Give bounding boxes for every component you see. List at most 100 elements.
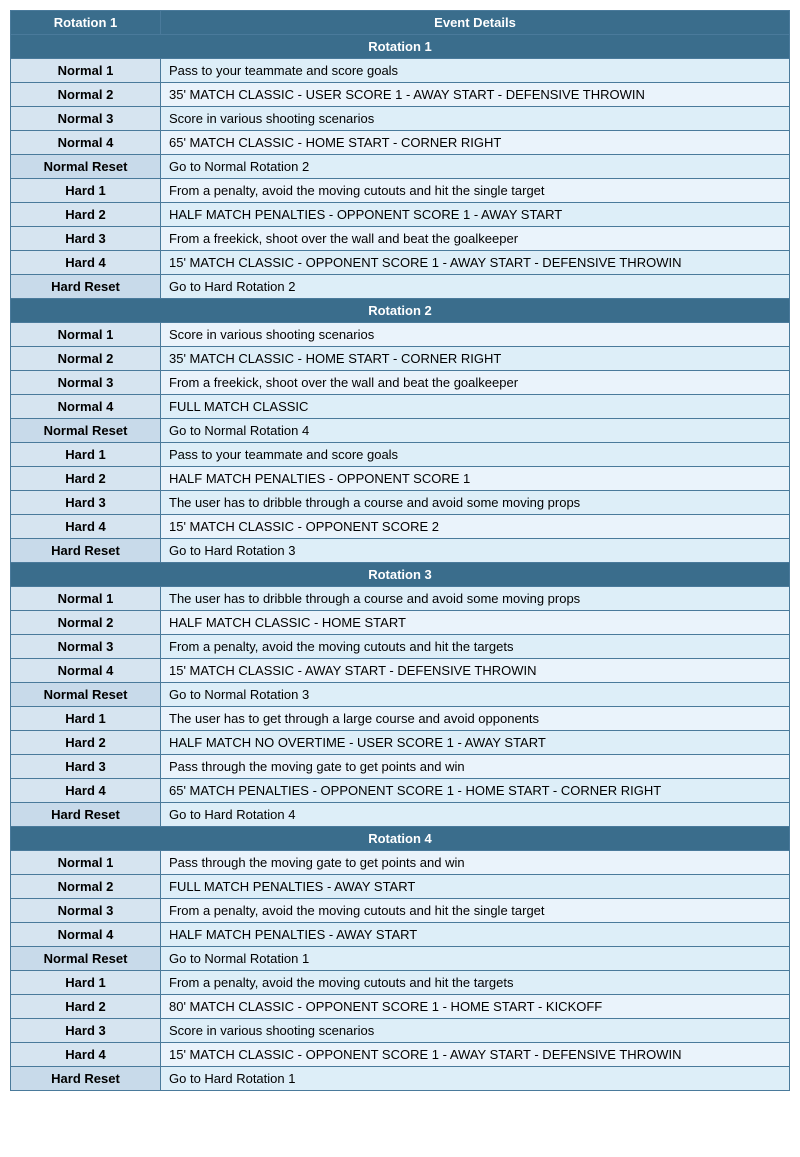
row-label: Normal Reset — [11, 683, 161, 707]
rotation-title-4: Rotation 4 — [11, 827, 790, 851]
table-row: Hard ResetGo to Hard Rotation 3 — [11, 539, 790, 563]
row-label: Normal 3 — [11, 635, 161, 659]
row-label: Hard 3 — [11, 491, 161, 515]
row-detail: HALF MATCH PENALTIES - OPPONENT SCORE 1 — [161, 467, 790, 491]
table-row: Hard 3The user has to dribble through a … — [11, 491, 790, 515]
row-detail: From a penalty, avoid the moving cutouts… — [161, 179, 790, 203]
row-detail: Score in various shooting scenarios — [161, 1019, 790, 1043]
row-label: Hard 4 — [11, 1043, 161, 1067]
row-detail: HALF MATCH PENALTIES - AWAY START — [161, 923, 790, 947]
row-label: Hard 3 — [11, 227, 161, 251]
table-row: Normal 415' MATCH CLASSIC - AWAY START -… — [11, 659, 790, 683]
table-row: Hard 1From a penalty, avoid the moving c… — [11, 971, 790, 995]
table-row: Hard ResetGo to Hard Rotation 1 — [11, 1067, 790, 1091]
row-detail: 35' MATCH CLASSIC - HOME START - CORNER … — [161, 347, 790, 371]
table-row: Normal 1Score in various shooting scenar… — [11, 323, 790, 347]
row-label: Hard 1 — [11, 971, 161, 995]
row-detail: 15' MATCH CLASSIC - AWAY START - DEFENSI… — [161, 659, 790, 683]
table-row: Hard 1From a penalty, avoid the moving c… — [11, 179, 790, 203]
row-detail: Pass to your teammate and score goals — [161, 59, 790, 83]
table-row: Hard 415' MATCH CLASSIC - OPPONENT SCORE… — [11, 515, 790, 539]
row-detail: Go to Hard Rotation 3 — [161, 539, 790, 563]
row-detail: 35' MATCH CLASSIC - USER SCORE 1 - AWAY … — [161, 83, 790, 107]
row-label: Hard 4 — [11, 515, 161, 539]
table-row: Hard 415' MATCH CLASSIC - OPPONENT SCORE… — [11, 1043, 790, 1067]
rotation-header-3: Rotation 3 — [11, 563, 790, 587]
table-row: Normal 1The user has to dribble through … — [11, 587, 790, 611]
table-row: Normal 2FULL MATCH PENALTIES - AWAY STAR… — [11, 875, 790, 899]
row-label: Normal 3 — [11, 899, 161, 923]
table-row: Normal 4FULL MATCH CLASSIC — [11, 395, 790, 419]
table-row: Normal 2HALF MATCH CLASSIC - HOME START — [11, 611, 790, 635]
row-label: Normal 2 — [11, 347, 161, 371]
row-label: Hard 2 — [11, 203, 161, 227]
row-detail: Pass to your teammate and score goals — [161, 443, 790, 467]
table-row: Normal 3Score in various shooting scenar… — [11, 107, 790, 131]
table-row: Hard 3From a freekick, shoot over the wa… — [11, 227, 790, 251]
row-detail: FULL MATCH PENALTIES - AWAY START — [161, 875, 790, 899]
table-row: Hard 3Pass through the moving gate to ge… — [11, 755, 790, 779]
table-row: Normal 235' MATCH CLASSIC - HOME START -… — [11, 347, 790, 371]
row-label: Normal Reset — [11, 419, 161, 443]
row-detail: Score in various shooting scenarios — [161, 323, 790, 347]
row-label: Hard 1 — [11, 707, 161, 731]
row-label: Hard 2 — [11, 731, 161, 755]
rotation-title-1: Rotation 1 — [11, 35, 790, 59]
row-label: Normal 2 — [11, 611, 161, 635]
rotation-title-3: Rotation 3 — [11, 563, 790, 587]
rotation-table: Rotation 1 Event Details Rotation 1Norma… — [10, 10, 790, 1091]
row-label: Normal 3 — [11, 107, 161, 131]
row-label: Normal 4 — [11, 923, 161, 947]
table-row: Normal ResetGo to Normal Rotation 3 — [11, 683, 790, 707]
row-label: Normal 3 — [11, 371, 161, 395]
table-row: Hard 415' MATCH CLASSIC - OPPONENT SCORE… — [11, 251, 790, 275]
row-detail: Go to Normal Rotation 4 — [161, 419, 790, 443]
row-label: Normal 2 — [11, 83, 161, 107]
row-label: Normal 1 — [11, 59, 161, 83]
row-detail: From a penalty, avoid the moving cutouts… — [161, 899, 790, 923]
row-detail: Pass through the moving gate to get poin… — [161, 755, 790, 779]
row-label: Normal 2 — [11, 875, 161, 899]
row-detail: Go to Hard Rotation 2 — [161, 275, 790, 299]
row-label: Hard 1 — [11, 443, 161, 467]
table-row: Hard 1Pass to your teammate and score go… — [11, 443, 790, 467]
row-label: Hard 3 — [11, 755, 161, 779]
row-detail: 65' MATCH PENALTIES - OPPONENT SCORE 1 -… — [161, 779, 790, 803]
row-label: Hard 4 — [11, 251, 161, 275]
table-row: Hard ResetGo to Hard Rotation 4 — [11, 803, 790, 827]
row-detail: 80' MATCH CLASSIC - OPPONENT SCORE 1 - H… — [161, 995, 790, 1019]
row-label: Hard 3 — [11, 1019, 161, 1043]
table-row: Hard 280' MATCH CLASSIC - OPPONENT SCORE… — [11, 995, 790, 1019]
rotation-header-4: Rotation 4 — [11, 827, 790, 851]
table-row: Normal ResetGo to Normal Rotation 2 — [11, 155, 790, 179]
row-detail: From a penalty, avoid the moving cutouts… — [161, 635, 790, 659]
row-label: Normal 1 — [11, 587, 161, 611]
row-label: Hard Reset — [11, 275, 161, 299]
row-detail: 15' MATCH CLASSIC - OPPONENT SCORE 1 - A… — [161, 251, 790, 275]
row-label: Hard Reset — [11, 1067, 161, 1091]
row-detail: Pass through the moving gate to get poin… — [161, 851, 790, 875]
table-row: Hard 2HALF MATCH PENALTIES - OPPONENT SC… — [11, 203, 790, 227]
row-detail: From a freekick, shoot over the wall and… — [161, 227, 790, 251]
rotation-title-2: Rotation 2 — [11, 299, 790, 323]
row-label: Hard Reset — [11, 803, 161, 827]
table-row: Normal 3From a freekick, shoot over the … — [11, 371, 790, 395]
table-row: Normal 465' MATCH CLASSIC - HOME START -… — [11, 131, 790, 155]
row-detail: From a penalty, avoid the moving cutouts… — [161, 971, 790, 995]
row-detail: HALF MATCH NO OVERTIME - USER SCORE 1 - … — [161, 731, 790, 755]
table-row: Normal 235' MATCH CLASSIC - USER SCORE 1… — [11, 83, 790, 107]
row-label: Normal Reset — [11, 155, 161, 179]
row-label: Hard 1 — [11, 179, 161, 203]
row-label: Normal 1 — [11, 323, 161, 347]
row-detail: Go to Normal Rotation 3 — [161, 683, 790, 707]
rotation-header-1: Rotation 1 — [11, 35, 790, 59]
table-row: Normal 3From a penalty, avoid the moving… — [11, 635, 790, 659]
row-detail: The user has to get through a large cour… — [161, 707, 790, 731]
row-label: Normal 4 — [11, 659, 161, 683]
row-detail: 15' MATCH CLASSIC - OPPONENT SCORE 1 - A… — [161, 1043, 790, 1067]
row-detail: The user has to dribble through a course… — [161, 491, 790, 515]
row-detail: Go to Normal Rotation 1 — [161, 947, 790, 971]
row-label: Normal 4 — [11, 395, 161, 419]
row-label: Hard 4 — [11, 779, 161, 803]
row-detail: From a freekick, shoot over the wall and… — [161, 371, 790, 395]
